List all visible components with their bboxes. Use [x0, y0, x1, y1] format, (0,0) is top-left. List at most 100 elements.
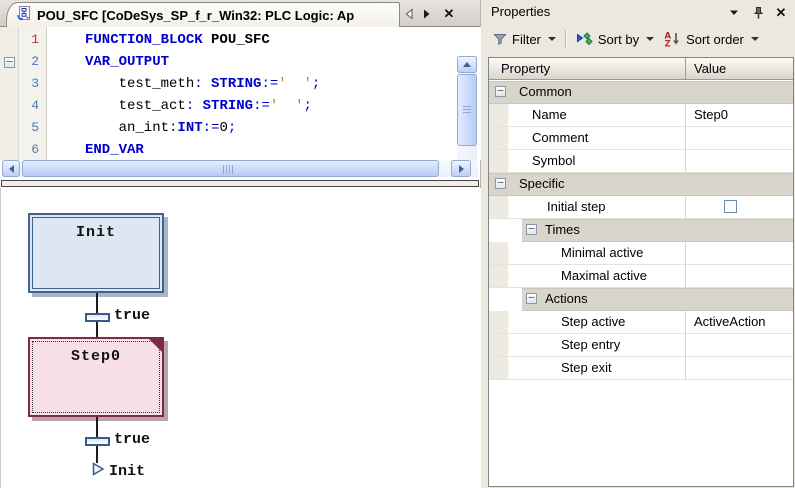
tab-close-button[interactable]: ✕ — [441, 6, 457, 22]
property-row[interactable]: Symbol — [489, 150, 793, 173]
group-label: Specific — [519, 173, 565, 195]
thumb-grip — [463, 106, 471, 115]
sfc-jump-target[interactable]: Init — [109, 463, 145, 480]
code-line[interactable]: 4 test_act: STRING:=' '; — [0, 95, 440, 117]
indent-strip — [489, 104, 509, 126]
property-value[interactable]: ActiveAction — [685, 311, 793, 333]
tab-pou-sfc[interactable]: POU_SFC [CoDeSys_SP_f_r_Win32: PLC Logic… — [6, 2, 400, 27]
fold-collapse-icon[interactable]: – — [0, 51, 19, 73]
property-row[interactable]: Step exit — [489, 357, 793, 380]
property-row[interactable]: Minimal active — [489, 242, 793, 265]
code-text: FUNCTION_BLOCK POU_SFC — [85, 29, 270, 51]
value-column-header[interactable]: Value — [685, 58, 793, 79]
tab-title: POU_SFC [CoDeSys_SP_f_r_Win32: PLC Logic… — [37, 8, 354, 23]
vertical-scroll-thumb[interactable] — [457, 74, 477, 146]
initial-step-checkbox[interactable] — [724, 200, 737, 213]
tab-scroll-right-button[interactable] — [419, 6, 435, 22]
property-label: Comment — [532, 127, 588, 149]
sfc-diagram-canvas[interactable]: Init true Step0 true Init — [0, 188, 481, 488]
step-label: Init — [30, 224, 162, 241]
property-row[interactable]: Maximal active — [489, 265, 793, 288]
collapse-icon[interactable]: – — [526, 224, 537, 235]
properties-titlebar: Properties ✕ — [481, 0, 795, 24]
code-line[interactable]: –2VAR_OUTPUT — [0, 51, 440, 73]
scroll-left-button[interactable] — [2, 160, 20, 177]
horizontal-scroll-thumb[interactable] — [22, 160, 439, 177]
property-column-header[interactable]: Property — [501, 61, 550, 76]
property-value[interactable] — [685, 150, 793, 172]
property-group-row[interactable]: –Actions — [489, 288, 793, 311]
dropdown-caret-icon — [646, 37, 654, 41]
property-value[interactable]: Step0 — [685, 104, 793, 126]
sfc-transition-1[interactable] — [85, 313, 110, 322]
panel-pin-button[interactable] — [750, 5, 766, 20]
sort-by-button[interactable]: Sort by — [571, 29, 659, 50]
sort-by-label: Sort by — [598, 32, 639, 47]
sort-order-button[interactable]: A Z Sort order — [659, 28, 764, 50]
collapse-icon[interactable]: – — [526, 293, 537, 304]
property-row[interactable]: Initial step — [489, 196, 793, 219]
arrow-up-icon — [463, 62, 471, 67]
property-label: Name — [532, 104, 567, 126]
close-icon: ✕ — [776, 5, 787, 21]
property-value[interactable] — [685, 196, 793, 218]
toolbar-separator — [565, 30, 567, 48]
property-group-row[interactable]: – Specific — [489, 173, 793, 196]
property-value[interactable] — [685, 127, 793, 149]
property-row[interactable]: Name Step0 — [489, 104, 793, 127]
property-value[interactable] — [685, 357, 793, 379]
scroll-right-button[interactable] — [451, 160, 471, 177]
code-line[interactable]: 3 test_meth: STRING:=' '; — [0, 73, 440, 95]
code-text: END_VAR — [85, 139, 144, 160]
sfc-transition-2[interactable] — [85, 437, 110, 446]
line-number: 5 — [19, 117, 44, 139]
sfc-file-icon — [16, 5, 32, 26]
grid-header[interactable]: Property Value — [489, 58, 793, 80]
code-text: VAR_OUTPUT — [85, 51, 169, 73]
property-value[interactable] — [685, 265, 793, 287]
sfc-jump-icon[interactable] — [92, 462, 105, 481]
property-row[interactable]: Step entry — [489, 334, 793, 357]
scroll-up-button[interactable] — [457, 56, 477, 73]
line-number: 1 — [19, 29, 44, 51]
collapse-icon[interactable]: – — [495, 178, 506, 189]
declaration-editor[interactable]: 1 FUNCTION_BLOCK POU_SFC–2VAR_OUTPUT3 tes… — [0, 27, 481, 160]
property-value[interactable] — [685, 242, 793, 264]
collapse-icon[interactable]: – — [495, 86, 506, 97]
tab-scroll-left-button[interactable] — [401, 6, 417, 22]
property-label: Symbol — [532, 150, 575, 172]
panel-menu-button[interactable] — [726, 5, 742, 20]
panel-title: Properties — [491, 4, 550, 19]
group-label: Common — [519, 81, 572, 103]
indent-strip — [489, 150, 509, 172]
code-line[interactable]: 1 FUNCTION_BLOCK POU_SFC — [0, 29, 440, 51]
property-label: Step active — [561, 311, 625, 333]
chevron-down-icon — [729, 9, 739, 16]
panel-close-button[interactable]: ✕ — [773, 5, 789, 20]
editor-horizontal-scrollbar[interactable] — [2, 160, 478, 177]
indent-strip — [489, 334, 509, 356]
code-text: an_int:INT:=0; — [85, 117, 236, 139]
transition-condition[interactable]: true — [114, 432, 150, 448]
filter-label: Filter — [512, 32, 541, 47]
property-value[interactable] — [685, 334, 793, 356]
code-line[interactable]: 6END_VAR — [0, 139, 440, 160]
sfc-connector-line — [96, 417, 98, 437]
property-group-row[interactable]: –Times — [489, 219, 793, 242]
editor-vertical-scrollbar[interactable] — [457, 56, 477, 160]
editor-splitter[interactable] — [1, 180, 479, 187]
sfc-step-init[interactable]: Init — [28, 213, 164, 293]
minus-icon[interactable]: – — [4, 57, 15, 68]
sort-order-label: Sort order — [686, 32, 744, 47]
fold-cell — [0, 29, 19, 51]
filter-button[interactable]: Filter — [488, 29, 561, 50]
property-row[interactable]: Step active ActiveAction — [489, 311, 793, 334]
property-row[interactable]: Comment — [489, 127, 793, 150]
property-group-row[interactable]: – Common — [489, 81, 793, 104]
properties-toolbar: Filter Sort by A Z S — [481, 25, 795, 53]
code-line[interactable]: 5 an_int:INT:=0; — [0, 117, 440, 139]
grid-rows: – CommonName Step0 CommentSymbol – SpecificIn… — [489, 81, 793, 380]
indent-strip — [489, 242, 509, 264]
sfc-step-step0-selected[interactable]: Step0 — [28, 337, 164, 417]
transition-condition[interactable]: true — [114, 308, 150, 324]
